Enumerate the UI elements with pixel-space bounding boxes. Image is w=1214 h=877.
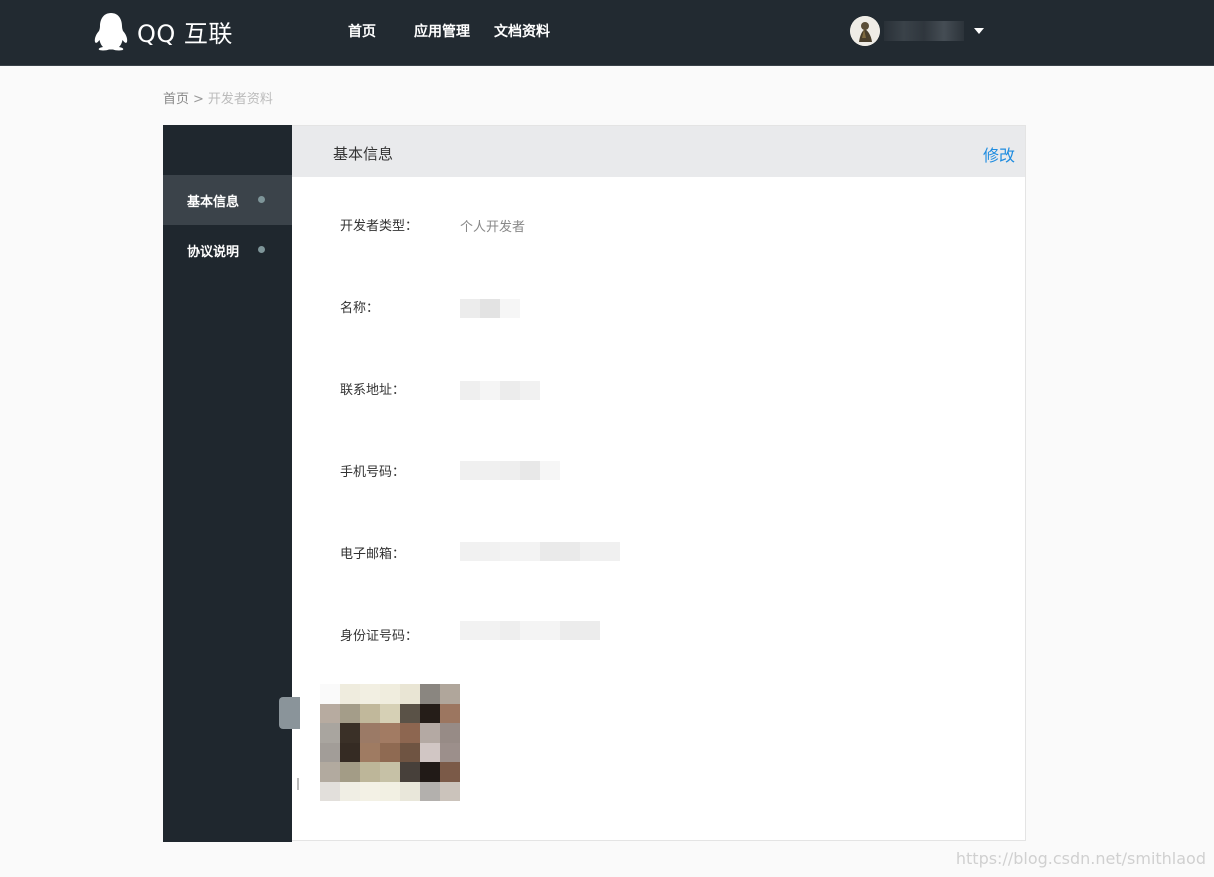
penguin-icon (93, 11, 129, 51)
chevron-down-icon[interactable] (974, 28, 984, 34)
sidebar-item-label: 协议说明 (187, 244, 240, 260)
id-number-label: 身份证号码： (340, 629, 419, 644)
name-label: 名称： (340, 301, 380, 316)
email-label: 电子邮箱： (340, 547, 406, 562)
avatar[interactable] (850, 16, 880, 46)
qq-logo[interactable]: QQ 互联 (93, 10, 233, 52)
id-number-value-redacted (460, 621, 600, 640)
breadcrumb-home[interactable]: 首页 (163, 92, 189, 107)
user-menu[interactable] (850, 15, 984, 47)
sidebar-item-basic-info[interactable]: 基本信息 (163, 175, 292, 225)
side-tab-handle[interactable] (279, 697, 300, 729)
top-nav-bar: QQ 互联 首页 应用管理 文档资料 (0, 0, 1214, 66)
breadcrumb: 首页 > 开发者资料 (163, 88, 273, 107)
breadcrumb-current: 开发者资料 (207, 92, 273, 107)
breadcrumb-separator: > (193, 92, 204, 107)
nav-app-management[interactable]: 应用管理 (414, 21, 470, 41)
divider (297, 778, 299, 790)
name-value-redacted (460, 299, 520, 318)
developer-type-value: 个人开发者 (460, 220, 526, 235)
sidebar-item-agreement[interactable]: 协议说明 (163, 225, 292, 275)
edit-button[interactable]: 修改 (983, 142, 1015, 166)
developer-type-label: 开发者类型： (340, 219, 419, 234)
email-value-redacted (460, 542, 620, 561)
panel-title: 基本信息 (333, 145, 394, 163)
nav-documents[interactable]: 文档资料 (494, 21, 550, 41)
address-value-redacted (460, 381, 540, 400)
dot-icon (258, 196, 265, 203)
sidebar: 基本信息 协议说明 (163, 125, 292, 842)
phone-label: 手机号码： (340, 465, 406, 480)
basic-info-panel: 基本信息 修改 开发者类型： 个人开发者 名称： 联系地址： 手机号码： 电子邮… (279, 125, 1026, 841)
address-label: 联系地址： (340, 383, 406, 398)
phone-value-redacted (460, 461, 560, 480)
watermark: https://blog.csdn.net/smithlaod (955, 849, 1206, 868)
dot-icon (258, 246, 265, 253)
logo-text: QQ 互联 (137, 19, 233, 48)
sidebar-item-label: 基本信息 (187, 194, 240, 210)
panel-header: 基本信息 修改 (292, 126, 1025, 177)
id-photo-redacted (320, 684, 460, 801)
username-redacted (884, 21, 964, 41)
nav-home[interactable]: 首页 (348, 21, 376, 41)
